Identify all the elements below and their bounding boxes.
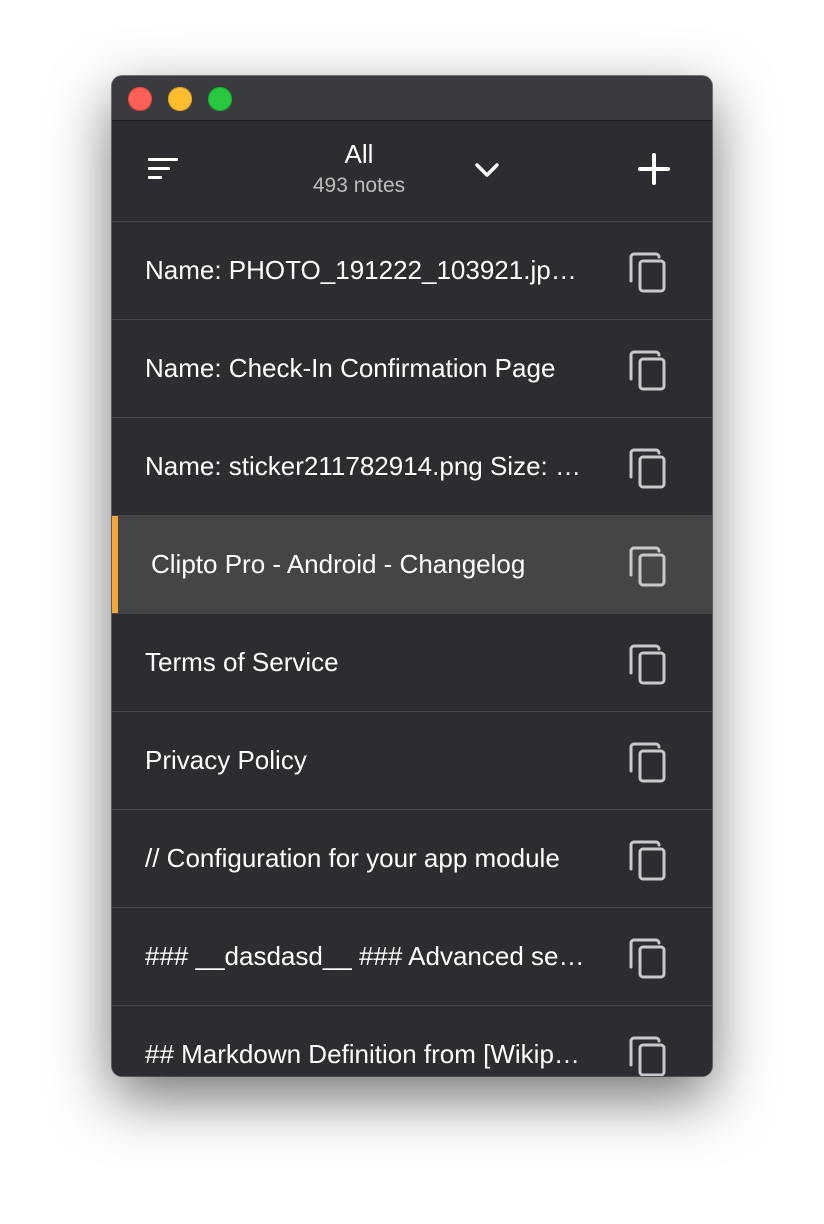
note-title: Name: sticker211782914.png Size: 48 KB: [145, 451, 590, 481]
note-row[interactable]: ### __dasdasd__ ### Advanced settings: [112, 908, 712, 1006]
copy-icon: [629, 350, 666, 391]
note-row[interactable]: Clipto Pro - Android - Changelog: [112, 516, 712, 614]
notes-count: 493 notes: [312, 174, 406, 197]
note-row[interactable]: Privacy Policy: [112, 712, 712, 810]
app-window: All 493 notes Name: PHOTO_191222_103921.…: [112, 76, 712, 1076]
add-note-button[interactable]: [636, 151, 672, 187]
note-title: Terms of Service: [145, 647, 339, 677]
title-bar: [112, 76, 712, 121]
minimize-window-button[interactable]: [168, 87, 192, 111]
notes-header: All 493 notes: [112, 121, 712, 222]
copy-icon: [629, 840, 666, 881]
copy-note-button[interactable]: [628, 250, 672, 294]
note-title: ## Markdown Definition from [Wikipedia]: [145, 1039, 590, 1069]
copy-icon: [629, 448, 666, 489]
note-row[interactable]: Terms of Service: [112, 614, 712, 712]
note-title: ### __dasdasd__ ### Advanced settings: [145, 941, 590, 971]
copy-note-button[interactable]: [628, 740, 672, 784]
copy-note-button[interactable]: [628, 446, 672, 490]
filter-selector[interactable]: All 493 notes: [112, 137, 606, 201]
note-title: Name: PHOTO_191222_103921.jpg Size: 1.2 …: [145, 255, 590, 285]
note-row[interactable]: Name: PHOTO_191222_103921.jpg Size: 1.2 …: [112, 222, 712, 320]
note-title: Name: Check-In Confirmation Page: [145, 353, 556, 383]
note-title: Clipto Pro - Android - Changelog: [151, 549, 526, 579]
copy-note-button[interactable]: [628, 1034, 672, 1076]
copy-icon: [629, 546, 666, 587]
copy-icon: [629, 742, 666, 783]
copy-note-button[interactable]: [628, 936, 672, 980]
note-title: Privacy Policy: [145, 745, 307, 775]
note-title: // Configuration for your app module: [145, 843, 560, 873]
plus-icon: [638, 153, 670, 185]
copy-icon: [629, 252, 666, 293]
copy-icon: [629, 1036, 666, 1076]
copy-icon: [629, 938, 666, 979]
copy-note-button[interactable]: [628, 642, 672, 686]
note-row[interactable]: Name: Check-In Confirmation Page: [112, 320, 712, 418]
copy-note-button[interactable]: [628, 544, 672, 588]
close-window-button[interactable]: [128, 87, 152, 111]
copy-icon: [629, 644, 666, 685]
chevron-down-icon: [475, 163, 499, 177]
copy-note-button[interactable]: [628, 348, 672, 392]
notes-list: Name: PHOTO_191222_103921.jpg Size: 1.2 …: [112, 222, 712, 1076]
note-row[interactable]: ## Markdown Definition from [Wikipedia]: [112, 1006, 712, 1076]
note-row[interactable]: Name: sticker211782914.png Size: 48 KB: [112, 418, 712, 516]
filter-name: All: [344, 139, 374, 169]
filter-dropdown-button[interactable]: [472, 157, 502, 185]
note-row[interactable]: // Configuration for your app module: [112, 810, 712, 908]
copy-note-button[interactable]: [628, 838, 672, 882]
maximize-window-button[interactable]: [208, 87, 232, 111]
